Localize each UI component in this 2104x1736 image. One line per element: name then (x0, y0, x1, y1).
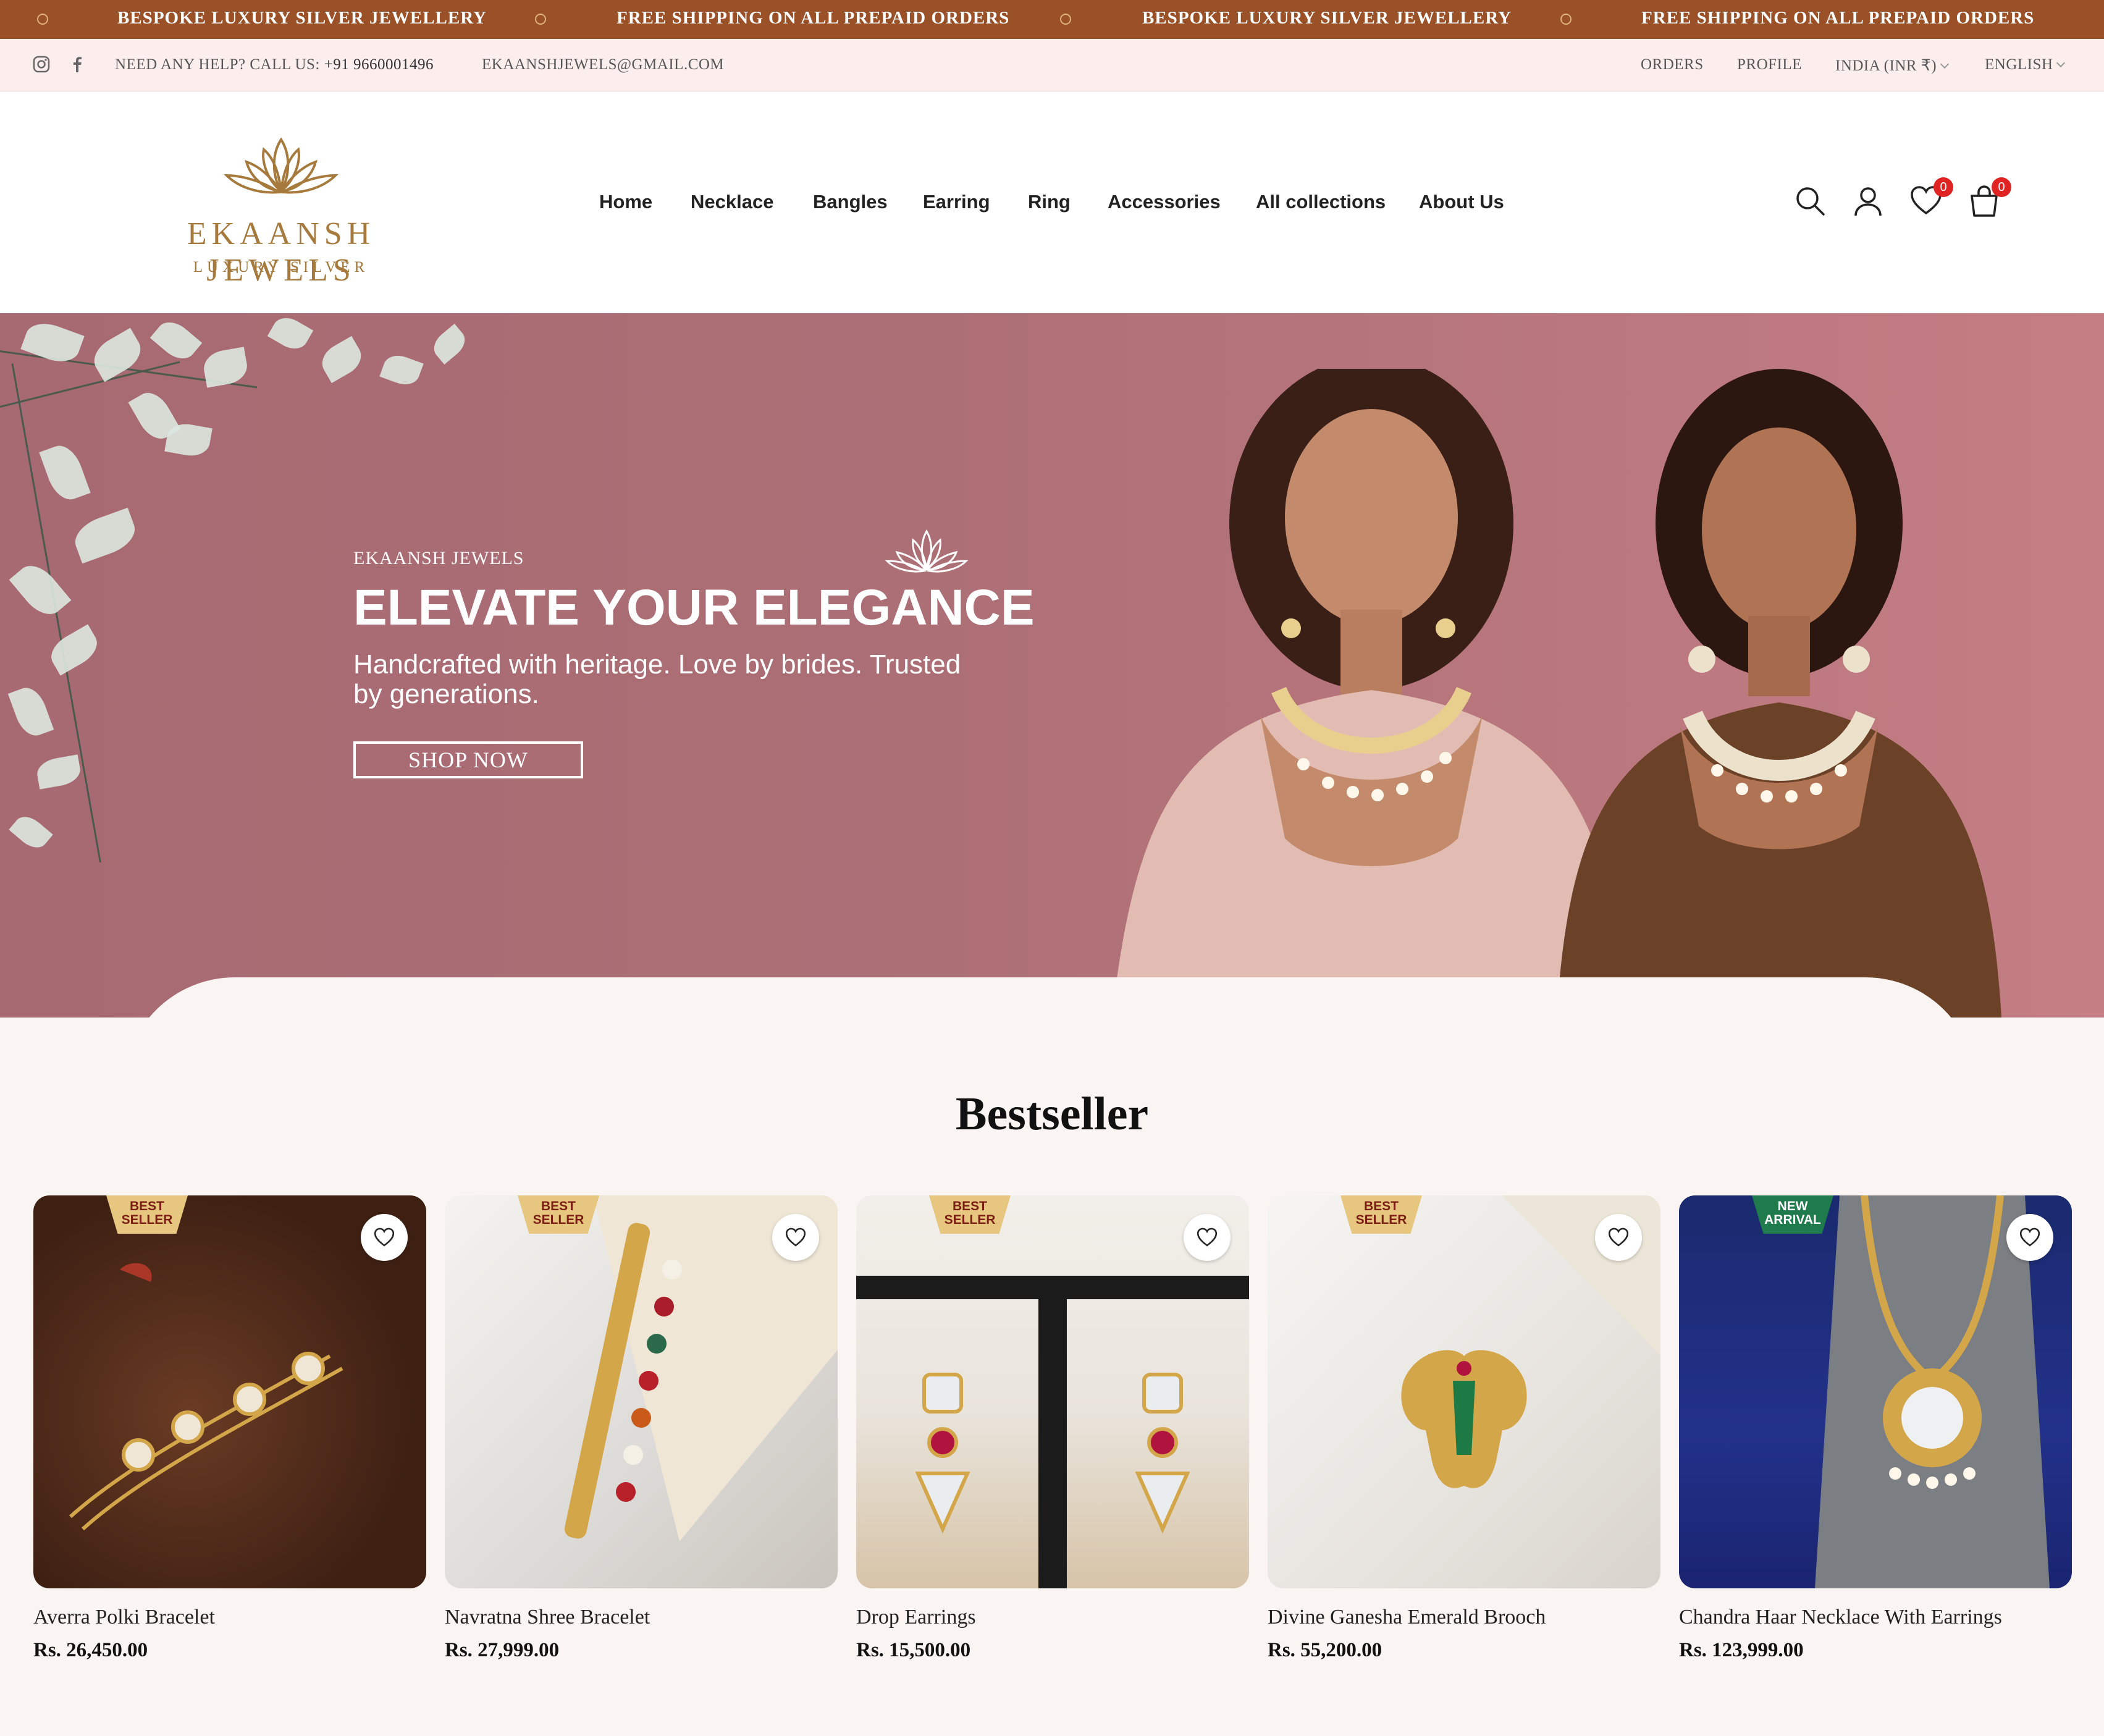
product-price: Rs. 15,500.00 (856, 1639, 971, 1661)
circle-icon (535, 14, 546, 25)
product-image[interactable]: NEW ARRIVAL (1679, 1195, 2072, 1588)
orders-link[interactable]: ORDERS (1641, 56, 1704, 74)
nav-item-all-collections[interactable]: All collections (1256, 191, 1386, 213)
search-icon[interactable] (1793, 183, 1827, 218)
best-seller-badge: BEST SELLER (106, 1195, 188, 1234)
best-seller-badge: BEST SELLER (929, 1195, 1011, 1234)
product-card[interactable]: NEW ARRIVAL Chandra Haar Necklace With E… (1679, 1195, 2072, 1662)
best-seller-badge: BEST SELLER (1340, 1195, 1422, 1234)
nav-item-about-us[interactable]: About Us (1419, 191, 1504, 213)
wishlist-toggle[interactable] (361, 1214, 408, 1261)
utility-bar: NEED ANY HELP? CALL US: +91 9660001496 E… (0, 39, 2104, 91)
wishlist-count-badge: 0 (1934, 177, 1953, 197)
brand-tagline: LUXURY SILVER (193, 259, 369, 276)
announcement-bar: BESPOKE LUXURY SILVER JEWELLERY FREE SHI… (0, 0, 2104, 39)
nav-item-earring[interactable]: Earring (923, 191, 990, 213)
product-image[interactable]: BEST SELLER (33, 1195, 426, 1588)
lotus-logo-icon (224, 137, 339, 194)
bracelet-illustration (564, 1195, 838, 1541)
hero-banner: EKAANSH JEWELS ELEVATE YOUR ELEGANCE Han… (0, 313, 2104, 1018)
wishlist-toggle[interactable] (772, 1214, 819, 1261)
product-price: Rs. 123,999.00 (1679, 1639, 1804, 1661)
profile-link[interactable]: PROFILE (1737, 56, 1802, 74)
product-card[interactable]: BEST SELLER Navratna Shree Bracelet Rs. … (445, 1195, 838, 1662)
nav-item-home[interactable]: Home (599, 191, 652, 213)
account-icon[interactable] (1851, 183, 1885, 218)
lotus-icon (885, 529, 969, 573)
email-link[interactable]: EKAANSHJEWELS@GMAIL.COM (482, 56, 724, 74)
circle-icon (1060, 14, 1071, 25)
announcement-message: FREE SHIPPING ON ALL PREPAID ORDERS (1641, 8, 2035, 28)
chevron-down-icon (1940, 59, 1950, 69)
language-selector[interactable]: ENGLISH (1985, 56, 2066, 74)
wishlist-button[interactable]: 0 (1909, 177, 1953, 218)
hero-bottom-curve (124, 977, 1977, 1018)
nav-item-necklace[interactable]: Necklace (691, 191, 773, 213)
hero-subtitle: Handcrafted with heritage. Love by bride… (353, 649, 961, 709)
currency-selector[interactable]: INDIA (INR ₹) (1835, 56, 1950, 75)
heart-icon (785, 1228, 806, 1247)
best-seller-badge: BEST SELLER (518, 1195, 599, 1234)
circle-icon (1560, 14, 1572, 25)
hero-models-image (1112, 369, 2001, 1018)
logo[interactable]: EKAANSH JEWELS LUXURY SILVER (111, 132, 451, 288)
instagram-icon[interactable] (32, 55, 51, 74)
announcement-message: BESPOKE LUXURY SILVER JEWELLERY (1142, 8, 1512, 28)
shop-now-button[interactable]: SHOP NOW (353, 741, 583, 778)
product-image[interactable]: BEST SELLER (1268, 1195, 1660, 1588)
brooch-illustration (1401, 1195, 1660, 1488)
product-card[interactable]: BEST SELLER Divine Ganesha Emerald Brooc… (1268, 1195, 1660, 1662)
heart-icon (1608, 1228, 1629, 1247)
cart-button[interactable]: 0 (1967, 177, 2011, 218)
new-arrival-badge: NEW ARRIVAL (1752, 1195, 1833, 1234)
hero-kicker: EKAANSH JEWELS (353, 548, 524, 568)
nav-item-accessories[interactable]: Accessories (1108, 191, 1221, 213)
product-name[interactable]: Drop Earrings (856, 1606, 1249, 1629)
nav-item-bangles[interactable]: Bangles (813, 191, 888, 213)
circle-icon (37, 14, 48, 25)
language-label: ENGLISH (1985, 56, 2053, 73)
chevron-down-icon (2056, 58, 2066, 68)
wishlist-toggle[interactable] (1184, 1214, 1231, 1261)
product-name[interactable]: Averra Polki Bracelet (33, 1606, 426, 1629)
product-card[interactable]: BEST SELLER Drop Earrings Rs. 15,500.00 (856, 1195, 1249, 1662)
product-name[interactable]: Divine Ganesha Emerald Brooch (1268, 1606, 1660, 1629)
help-label: NEED ANY HELP? CALL US: (115, 56, 320, 73)
product-name[interactable]: Chandra Haar Necklace With Earrings (1679, 1606, 2072, 1629)
product-price: Rs. 27,999.00 (445, 1639, 560, 1661)
cart-count-badge: 0 (1992, 177, 2011, 197)
bracelet-illustration (69, 1263, 343, 1531)
help-text: NEED ANY HELP? CALL US: +91 9660001496 (115, 56, 434, 74)
product-image[interactable]: BEST SELLER (856, 1195, 1249, 1588)
earrings-illustration (856, 1276, 1249, 1588)
product-price: Rs. 55,200.00 (1268, 1639, 1382, 1661)
product-name[interactable]: Navratna Shree Bracelet (445, 1606, 838, 1629)
wishlist-toggle[interactable] (1595, 1214, 1642, 1261)
heart-icon (374, 1228, 395, 1247)
announcement-message: FREE SHIPPING ON ALL PREPAID ORDERS (616, 8, 1010, 28)
site-header: EKAANSH JEWELS LUXURY SILVER Home Neckla… (0, 92, 2104, 313)
necklace-illustration (1815, 1195, 2050, 1588)
heart-icon (2019, 1228, 2040, 1247)
announcement-message: BESPOKE LUXURY SILVER JEWELLERY (117, 8, 487, 28)
product-card[interactable]: BEST SELLER Averra Polki Bracelet Rs. 26… (33, 1195, 426, 1662)
currency-label: INDIA (INR ₹) (1835, 57, 1937, 74)
product-image[interactable]: BEST SELLER (445, 1195, 838, 1588)
product-price: Rs. 26,450.00 (33, 1639, 148, 1661)
section-title: Bestseller (955, 1088, 1149, 1140)
brand-name: EKAANSH JEWELS (187, 216, 376, 288)
nav-item-ring[interactable]: Ring (1028, 191, 1071, 213)
hero-title: ELEVATE YOUR ELEGANCE (353, 579, 1035, 636)
wishlist-toggle[interactable] (2006, 1214, 2053, 1261)
heart-icon (1197, 1228, 1218, 1247)
phone-link[interactable]: +91 9660001496 (324, 56, 434, 73)
facebook-icon[interactable] (68, 55, 86, 74)
